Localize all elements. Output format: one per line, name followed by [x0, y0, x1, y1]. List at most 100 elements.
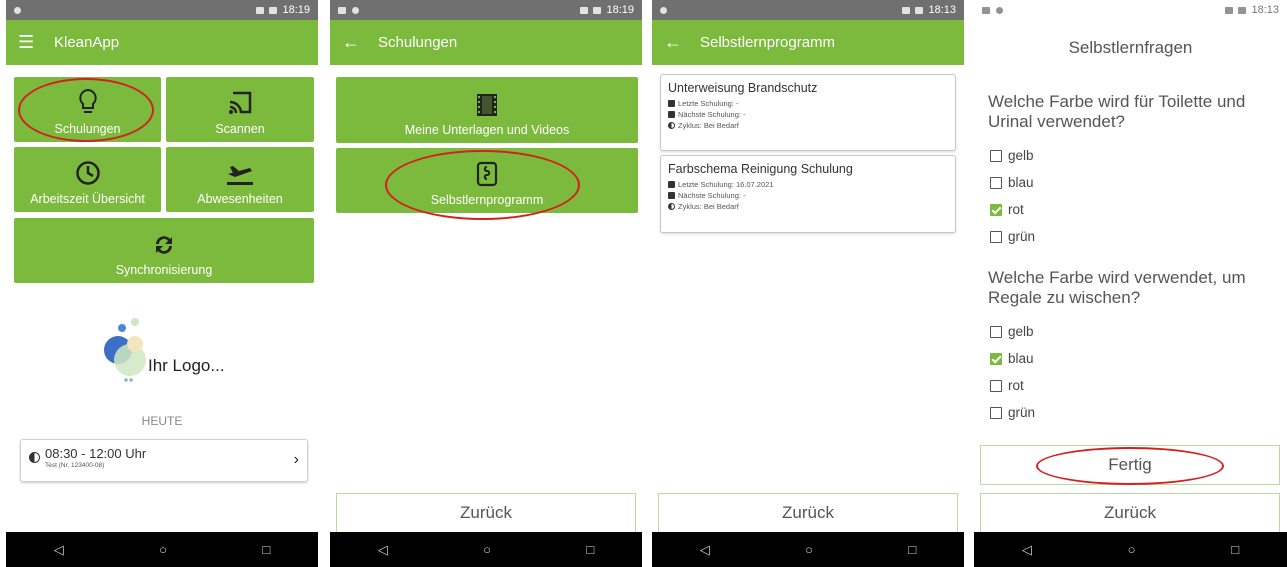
- tile-selbstlernprogramm[interactable]: Selbstlernprogramm: [336, 148, 638, 213]
- calendar-icon: [668, 111, 675, 118]
- card-line: Letzte Schulung: 16.07.2021: [668, 179, 948, 190]
- lightbulb-icon: [78, 88, 97, 113]
- tile-unterlagen-videos[interactable]: Meine Unterlagen und Videos: [336, 77, 638, 143]
- card-title: Farbschema Reinigung Schulung: [668, 162, 853, 176]
- home-circle-icon[interactable]: ○: [1128, 542, 1136, 557]
- answer-option[interactable]: blau: [974, 169, 1287, 196]
- checkbox-checked[interactable]: [990, 203, 1002, 216]
- back-triangle-icon[interactable]: ◁: [700, 542, 710, 558]
- battery-icon: [1238, 6, 1247, 14]
- battery-icon: [915, 6, 924, 14]
- back-button[interactable]: Zurück: [980, 493, 1280, 533]
- checkbox[interactable]: [990, 230, 1002, 243]
- recents-square-icon[interactable]: □: [1231, 542, 1239, 557]
- app-title: Selbstlernprogramm: [700, 34, 836, 51]
- calendar-icon: [668, 192, 675, 199]
- recents-square-icon[interactable]: □: [908, 542, 916, 557]
- android-nav-bar: ◁ ○ □: [974, 532, 1287, 567]
- done-button[interactable]: Fertig: [980, 445, 1280, 485]
- signal-icon: [1225, 6, 1234, 14]
- tile-label: Selbstlernprogramm: [430, 193, 544, 207]
- shift-time: 08:30 - 12:00 Uhr: [45, 446, 147, 461]
- answer-option[interactable]: rot: [974, 196, 1287, 223]
- screen-selbstlernfragen: 18:13 Selbstlernfragen Welche Farbe wird…: [974, 0, 1287, 567]
- android-nav-bar: ◁ ○ □: [652, 532, 964, 567]
- app-bar: ← Selbstlernprogramm: [652, 20, 964, 65]
- checkbox[interactable]: [990, 176, 1002, 189]
- signal-icon: [580, 6, 589, 14]
- app-title: Schulungen: [378, 34, 458, 51]
- logo-text: Ihr Logo...: [148, 356, 225, 375]
- cycle-icon: [668, 203, 675, 210]
- status-bar: 18:13: [652, 0, 964, 20]
- answer-option[interactable]: rot: [974, 372, 1287, 399]
- answer-option[interactable]: grün: [974, 399, 1287, 426]
- answer-option[interactable]: grün: [974, 223, 1287, 250]
- clock-icon: [75, 161, 100, 185]
- card-line: Zyklus: Bei Bedarf: [668, 201, 948, 212]
- status-bar: 18:19: [330, 0, 642, 20]
- back-triangle-icon[interactable]: ◁: [378, 542, 388, 558]
- airplane-icon: [227, 166, 253, 185]
- training-card[interactable]: Farbschema Reinigung Schulung Letzte Sch…: [660, 155, 956, 233]
- tile-label: Synchronisierung: [115, 263, 213, 277]
- tile-abwesenheiten[interactable]: Abwesenheiten: [166, 147, 314, 212]
- card-title: Unterweisung Brandschutz: [668, 81, 818, 95]
- tile-arbeitszeit[interactable]: Arbeitszeit Übersicht: [14, 147, 161, 212]
- app-title: KleanApp: [54, 34, 120, 51]
- tile-schulungen[interactable]: Schulungen: [14, 77, 161, 142]
- signal-icon: [902, 6, 911, 14]
- checkbox-checked[interactable]: [990, 352, 1002, 365]
- answer-option[interactable]: gelb: [974, 318, 1287, 345]
- chevron-right-icon: ›: [293, 451, 299, 468]
- recents-square-icon[interactable]: □: [262, 542, 270, 557]
- status-bar: 18:19: [6, 0, 318, 20]
- training-card[interactable]: Unterweisung Brandschutz Letzte Schulung…: [660, 74, 956, 151]
- home-circle-icon[interactable]: ○: [805, 542, 813, 557]
- back-arrow-icon[interactable]: ←: [342, 32, 378, 53]
- back-triangle-icon[interactable]: ◁: [54, 542, 64, 558]
- checkbox[interactable]: [990, 379, 1002, 392]
- app-bar: ☰ KleanApp: [6, 20, 318, 65]
- question-block: Welche Farbe wird für Toilette und Urina…: [974, 92, 1287, 250]
- notification-icon: [338, 6, 346, 14]
- shift-detail: Test (Nr. 123400-08): [45, 462, 105, 469]
- checkbox[interactable]: [990, 325, 1002, 338]
- question-text: Welche Farbe wird verwendet, um Regale z…: [988, 268, 1246, 307]
- tile-scannen[interactable]: Scannen: [166, 77, 314, 142]
- tile-label: Arbeitszeit Übersicht: [30, 192, 145, 206]
- tile-label: Scannen: [215, 122, 265, 136]
- status-time: 18:19: [282, 4, 310, 16]
- screen-kleanapp-home: 18:19 ☰ KleanApp Schulungen Scannen Arbe…: [6, 0, 318, 567]
- back-button[interactable]: Zurück: [336, 493, 636, 533]
- calendar-icon: [668, 100, 675, 107]
- app-bar: ← Schulungen: [330, 20, 642, 65]
- tile-label: Meine Unterlagen und Videos: [404, 123, 570, 137]
- status-time: 18:13: [1251, 4, 1279, 16]
- home-circle-icon[interactable]: ○: [483, 542, 491, 557]
- question-block: Welche Farbe wird verwendet, um Regale z…: [974, 268, 1287, 426]
- notification-icon: [352, 6, 359, 14]
- sync-icon: [156, 236, 172, 254]
- shift-entry[interactable]: 08:30 - 12:00 Uhr Test (Nr. 123400-08) ›: [20, 439, 308, 482]
- back-button[interactable]: Zurück: [658, 493, 958, 533]
- back-arrow-icon[interactable]: ←: [664, 32, 700, 53]
- answer-option[interactable]: blau: [974, 345, 1287, 372]
- card-line: Zyklus: Bei Bedarf: [668, 120, 948, 131]
- recents-square-icon[interactable]: □: [586, 542, 594, 557]
- tile-synchronisierung[interactable]: Synchronisierung: [14, 218, 314, 283]
- battery-icon: [593, 6, 602, 14]
- back-triangle-icon[interactable]: ◁: [1022, 542, 1032, 558]
- checkbox[interactable]: [990, 406, 1002, 419]
- cast-icon: [229, 91, 252, 114]
- checkbox[interactable]: [990, 149, 1002, 162]
- menu-icon[interactable]: ☰: [18, 32, 54, 53]
- screen-schulungen: 18:19 ← Schulungen Meine Unterlagen und …: [330, 0, 642, 567]
- answer-option[interactable]: gelb: [974, 142, 1287, 169]
- android-nav-bar: ◁ ○ □: [6, 532, 318, 567]
- home-circle-icon[interactable]: ○: [159, 542, 167, 557]
- signal-icon: [256, 6, 265, 14]
- card-line: Nächste Schulung: -: [668, 190, 948, 201]
- question-text: Welche Farbe wird für Toilette und Urina…: [988, 92, 1246, 131]
- today-heading: HEUTE: [141, 414, 183, 428]
